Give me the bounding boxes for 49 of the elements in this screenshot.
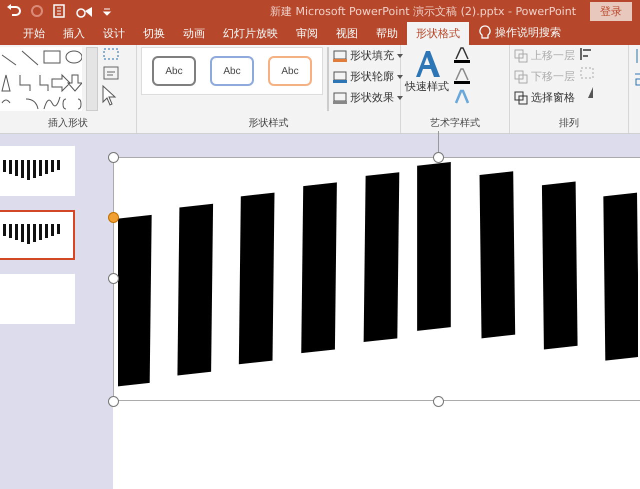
ribbon-tab[interactable]: 审阅 <box>287 22 327 45</box>
ribbon-tab[interactable]: 插入 <box>54 22 94 45</box>
resize-handle[interactable] <box>108 273 119 284</box>
gallery-scroll-bar[interactable] <box>327 47 329 111</box>
quick-styles-button[interactable]: 快速样式 <box>405 47 449 96</box>
ribbon-tab[interactable]: 幻灯片放映 <box>214 22 287 45</box>
shape-style-preset[interactable]: Abc <box>210 56 254 86</box>
shape-format-command[interactable]: 形状填充 <box>333 47 403 64</box>
ribbon-tab[interactable]: 切换 <box>134 22 174 45</box>
ribbon-tab[interactable]: 动画 <box>174 22 214 45</box>
group-label: 排列 <box>558 116 580 131</box>
ribbon-tab[interactable]: 帮助 <box>367 22 407 45</box>
caret-icon <box>397 96 403 100</box>
shapes-gallery[interactable] <box>0 47 82 111</box>
ribbon-tab[interactable]: 开始 <box>14 22 54 45</box>
shape-format-command[interactable]: 形状轮廓 <box>333 68 403 85</box>
group-label: 形状样式 <box>248 116 290 131</box>
caret-icon <box>397 74 403 78</box>
customize-icon[interactable] <box>102 6 112 16</box>
ribbon-tab[interactable]: 视图 <box>327 22 367 45</box>
ribbon-tab[interactable]: 形状格式 <box>407 22 469 45</box>
resize-handle[interactable] <box>108 152 119 163</box>
shape-format-icon <box>333 70 347 82</box>
undo-icon[interactable] <box>6 4 22 18</box>
adjust-handle[interactable] <box>108 212 119 223</box>
caret-icon <box>397 54 403 58</box>
shape-format-icon <box>333 92 347 104</box>
cursor-arrow-icon <box>102 85 118 107</box>
window-title: 新建 Microsoft PowerPoint 演示文稿 (2).pptx - PowerPoint <box>270 4 576 18</box>
shape-format-command[interactable]: 形状效果 <box>333 89 403 106</box>
layers-icon <box>514 90 528 104</box>
shape-format-icon <box>333 50 347 62</box>
shape-style-preset[interactable]: Abc <box>268 56 312 86</box>
slide-thumbnail[interactable] <box>0 146 75 196</box>
arrange-command[interactable]: 选择窗格 <box>514 89 575 106</box>
group-label: 艺术字样式 <box>429 116 481 131</box>
tell-me-search[interactable]: 操作说明搜索 <box>495 25 561 45</box>
group-label: 插入形状 <box>47 116 89 131</box>
resize-handle[interactable] <box>433 152 444 163</box>
gallery-scroll-bar[interactable] <box>86 47 98 111</box>
lightbulb-icon[interactable] <box>479 25 491 41</box>
resize-handle[interactable] <box>108 396 119 407</box>
layers-icon <box>514 48 528 62</box>
slide-thumbnail[interactable] <box>0 274 75 324</box>
slide-thumbnail[interactable] <box>0 210 75 260</box>
shape-style-preset[interactable]: Abc <box>152 56 196 86</box>
login-button[interactable]: 登录 <box>590 2 632 20</box>
ribbon-tab[interactable]: 设计 <box>94 22 134 45</box>
layers-icon <box>514 70 528 84</box>
